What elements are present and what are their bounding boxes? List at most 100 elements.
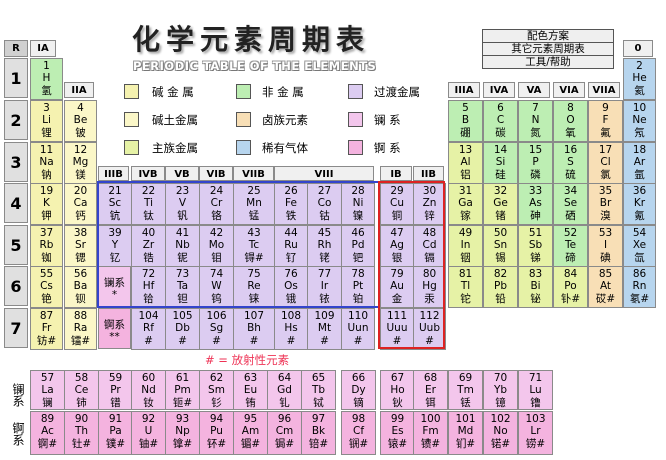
element-cell-u[interactable]: 92 U 铀#	[131, 411, 166, 455]
element-cell-ne[interactable]: 10 Ne 氖	[623, 100, 656, 142]
element-cell-i[interactable]: 53 I 碘	[588, 225, 623, 267]
element-cell-no[interactable]: 102 No 锘#	[483, 411, 518, 455]
element-cell-lu[interactable]: 71 Lu 镥	[518, 370, 553, 410]
element-cell-be[interactable]: 4 Be 铍	[64, 100, 97, 142]
element-cell-he[interactable]: 2 He 氦	[623, 58, 656, 100]
atomic-number: 92	[141, 413, 156, 425]
element-cell-es[interactable]: 99 Es 锿#	[380, 411, 415, 455]
element-cell-rb[interactable]: 37 Rb 铷	[30, 225, 63, 267]
element-cell-at[interactable]: 85 At 砹#	[588, 266, 623, 308]
element-cell-la[interactable]: 57 La 镧	[30, 370, 65, 410]
element-cell-na[interactable]: 11 Na 钠	[30, 142, 63, 184]
element-cell-ce[interactable]: 58 Ce 铈	[64, 370, 99, 410]
element-cell-xe[interactable]: 54 Xe 氙	[623, 225, 656, 267]
element-cell-k[interactable]: 19 K 钾	[30, 183, 63, 225]
element-cell-bh[interactable]: 107 Bh #	[233, 308, 275, 350]
element-cell-cs[interactable]: 55 Cs 铯	[30, 266, 63, 308]
element-name: 硫	[565, 168, 576, 181]
element-cell-n[interactable]: 7N氮	[518, 100, 553, 142]
element-cell-b[interactable]: 5B硼	[448, 100, 483, 142]
group-header-0: 0	[623, 40, 653, 57]
element-cell-md[interactable]: 101 Md 钔#	[448, 411, 483, 455]
element-cell-cm[interactable]: 96 Cm 锔#	[267, 411, 302, 455]
element-cell-rf[interactable]: 104 Rf #	[131, 308, 166, 350]
element-cell-ca[interactable]: 20 Ca 钙	[64, 183, 97, 225]
element-cell-fr[interactable]: 87 Fr 钫#	[30, 308, 63, 350]
element-cell-dy[interactable]: 66 Dy 镝	[341, 370, 376, 410]
element-cell-tm[interactable]: 69 Tm 铥	[448, 370, 483, 410]
element-cell-fm[interactable]: 100 Fm 镄#	[413, 411, 448, 455]
element-cell-bk[interactable]: 97 Bk 锫#	[301, 411, 336, 455]
element-cell-tb[interactable]: 65 Tb 铽	[301, 370, 336, 410]
atomic-number: 102	[490, 413, 511, 425]
element-name: 铽	[313, 396, 324, 409]
element-cell-uun[interactable]: 110 Uun #	[341, 308, 375, 350]
element-cell-gd[interactable]: 64 Gd 钆	[267, 370, 302, 410]
element-cell-o[interactable]: 8O氧	[553, 100, 588, 142]
element-cell-ga[interactable]: 31 Ga 镓	[448, 183, 483, 225]
element-cell-sm[interactable]: 62 Sm 钐	[199, 370, 234, 410]
element-cell-ar[interactable]: 18 Ar 氩	[623, 142, 656, 184]
element-cell-ba[interactable]: 56 Ba 钡	[64, 266, 97, 308]
legend-swatch-nonmetal	[236, 84, 251, 99]
element-symbol: Se	[563, 197, 578, 210]
atomic-number: 31	[458, 185, 473, 197]
menu-color-scheme-button[interactable]: 配色方案	[482, 29, 614, 43]
element-cell-sg[interactable]: 106 Sg #	[199, 308, 234, 350]
element-cell-pb[interactable]: 82 Pb 铅	[483, 266, 518, 308]
element-cell-cf[interactable]: 98 Cf 锎#	[341, 411, 376, 455]
legend-swatch-lanthanide	[348, 112, 363, 127]
element-symbol: In	[460, 239, 471, 252]
element-cell-bi[interactable]: 83 Bi 铋	[518, 266, 553, 308]
actinide-placeholder-cell[interactable]: 锕系 **	[98, 308, 131, 349]
element-cell-tl[interactable]: 81 Tl 铊	[448, 266, 483, 308]
element-cell-li[interactable]: 3 Li 锂	[30, 100, 63, 142]
element-cell-db[interactable]: 105 Db #	[165, 308, 200, 350]
period-label-1: 1	[4, 58, 28, 98]
element-cell-np[interactable]: 93 Np 镎#	[165, 411, 200, 455]
element-cell-h[interactable]: 1H氢	[30, 58, 63, 100]
element-cell-pa[interactable]: 91 Pa 镤#	[98, 411, 133, 455]
element-cell-er[interactable]: 68 Er 铒	[413, 370, 448, 410]
element-cell-th[interactable]: 90 Th 钍#	[64, 411, 99, 455]
element-cell-p[interactable]: 15 P 磷	[518, 142, 553, 184]
element-cell-eu[interactable]: 63 Eu 铕	[233, 370, 268, 410]
element-cell-ge[interactable]: 32 Ge 锗	[483, 183, 518, 225]
element-cell-lr[interactable]: 103 Lr 铹#	[518, 411, 553, 455]
element-cell-sn[interactable]: 50 Sn 锡	[483, 225, 518, 267]
menu-other-tables-button[interactable]: 其它元素周期表	[482, 42, 614, 56]
element-symbol: O	[566, 114, 575, 127]
element-cell-hs[interactable]: 108 Hs #	[274, 308, 308, 350]
element-cell-rn[interactable]: 86 Rn 氡#	[623, 266, 656, 308]
element-cell-ra[interactable]: 88 Ra 镭#	[64, 308, 97, 350]
element-cell-yb[interactable]: 70 Yb 镱	[483, 370, 518, 410]
element-cell-po[interactable]: 84 Po 钋#	[553, 266, 588, 308]
element-cell-sb[interactable]: 51 Sb 锑	[518, 225, 553, 267]
element-symbol: Ne	[632, 114, 647, 127]
element-cell-ac[interactable]: 89 Ac 锕#	[30, 411, 65, 455]
element-cell-ho[interactable]: 67 Ho 钬	[380, 370, 415, 410]
element-cell-f[interactable]: 9F氟	[588, 100, 623, 142]
element-cell-kr[interactable]: 36 Kr 氪	[623, 183, 656, 225]
element-cell-nd[interactable]: 60 Nd 钕	[131, 370, 166, 410]
element-cell-te[interactable]: 52 Te 碲	[553, 225, 588, 267]
element-cell-br[interactable]: 35 Br 溴	[588, 183, 623, 225]
element-cell-mt[interactable]: 109 Mt #	[307, 308, 342, 350]
element-cell-pm[interactable]: 61 Pm 钷#	[165, 370, 200, 410]
element-cell-am[interactable]: 95 Am 镅#	[233, 411, 268, 455]
element-cell-mg[interactable]: 12 Mg 镁	[64, 142, 97, 184]
element-cell-s[interactable]: 16 S 硫	[553, 142, 588, 184]
element-cell-si[interactable]: 14 Si 硅	[483, 142, 518, 184]
element-cell-as[interactable]: 33 As 砷	[518, 183, 553, 225]
element-cell-in[interactable]: 49 In 铟	[448, 225, 483, 267]
group-header-iva: IVA	[483, 82, 515, 98]
element-cell-se[interactable]: 34 Se 硒	[553, 183, 588, 225]
element-cell-cl[interactable]: 17 Cl 氯	[588, 142, 623, 184]
element-cell-pr[interactable]: 59 Pr 镨	[98, 370, 133, 410]
menu-tools-help-button[interactable]: 工具/帮助	[482, 55, 614, 69]
element-cell-sr[interactable]: 38 Sr 锶	[64, 225, 97, 267]
element-cell-c[interactable]: 6C碳	[483, 100, 518, 142]
element-cell-al[interactable]: 13 Al 铝	[448, 142, 483, 184]
element-cell-pu[interactable]: 94 Pu 钚#	[199, 411, 234, 455]
group-header-ib: IB	[380, 166, 412, 181]
